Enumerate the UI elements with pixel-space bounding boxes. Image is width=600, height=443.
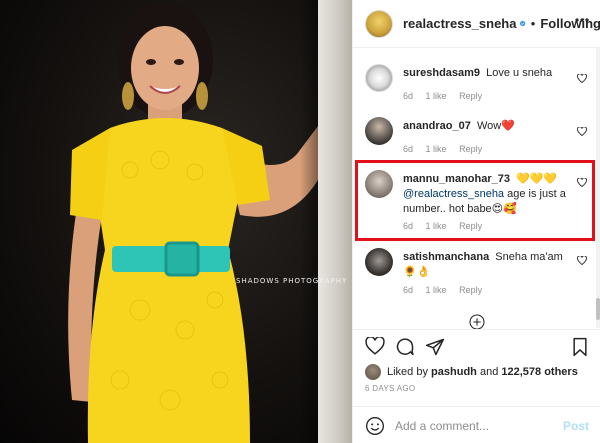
post-timestamp[interactable]: 6 DAYS AGO: [365, 384, 415, 393]
commenter-username[interactable]: satishmanchana: [403, 251, 489, 263]
header-separator: •: [530, 16, 536, 31]
reply-button[interactable]: Reply: [459, 144, 482, 154]
comment-text: satishmanchana Sneha ma'am 🌻👌: [403, 250, 575, 280]
like-heart-icon[interactable]: [365, 337, 385, 355]
comment-message: Love u sneha: [486, 67, 553, 79]
comment-likes[interactable]: 1 like: [426, 91, 447, 101]
comment-likes[interactable]: 1 like: [426, 144, 447, 154]
post-photo[interactable]: SHADOWS PHOTOGRAPHY: [0, 0, 352, 443]
load-more-comments-icon[interactable]: [469, 314, 485, 330]
comment-bubble-icon[interactable]: [395, 337, 415, 357]
following-button[interactable]: Following: [540, 16, 600, 31]
emoji-smiley-icon[interactable]: [365, 416, 385, 436]
comment-input[interactable]: [395, 418, 545, 433]
comment-like-heart-icon[interactable]: [577, 256, 587, 265]
comment-likes[interactable]: 1 like: [426, 285, 447, 295]
save-bookmark-icon[interactable]: [571, 337, 589, 357]
door-frame: [318, 0, 352, 443]
post-comment-button[interactable]: Post: [563, 419, 589, 433]
comment-text: sureshdasam9 Love u sneha: [403, 66, 575, 81]
add-comment-bar: Post: [353, 406, 600, 443]
commenter-username[interactable]: sureshdasam9: [403, 67, 480, 79]
likes-prefix: Liked by: [387, 366, 428, 378]
commenter-avatar[interactable]: [365, 248, 393, 276]
likes-conjunction: and: [479, 366, 499, 378]
comment-age[interactable]: 6d: [403, 285, 413, 295]
door-shadow: [300, 0, 320, 443]
author-avatar[interactable]: [365, 9, 393, 38]
commenter-avatar[interactable]: [365, 117, 393, 145]
comment-text: anandrao_07 Wow❤️: [403, 119, 575, 134]
comment-message: Wow❤️: [476, 120, 515, 132]
commenter-avatar[interactable]: [365, 64, 393, 92]
comment-age[interactable]: 6d: [403, 91, 413, 101]
comment-age[interactable]: 6d: [403, 144, 413, 154]
verified-badge-icon: [520, 20, 526, 27]
more-options-icon[interactable]: [575, 18, 589, 22]
reply-button[interactable]: Reply: [459, 91, 482, 101]
share-paper-plane-icon[interactable]: [425, 337, 445, 357]
liker-avatar[interactable]: [365, 364, 381, 380]
comment-meta: 6d 1 like Reply: [403, 285, 492, 295]
reply-button[interactable]: Reply: [459, 285, 482, 295]
commenter-username[interactable]: anandrao_07: [403, 120, 471, 132]
liker-username[interactable]: pashudh: [431, 366, 477, 378]
comment-like-heart-icon[interactable]: [577, 127, 587, 136]
likes-summary: Liked by pashudh and 122,578 others: [365, 364, 578, 380]
comment-like-heart-icon[interactable]: [577, 74, 587, 83]
photo-watermark: SHADOWS PHOTOGRAPHY: [236, 277, 348, 285]
comments-scrollbar[interactable]: [596, 48, 600, 328]
highlight-box: [355, 160, 595, 241]
author-username[interactable]: realactress_sneha: [403, 16, 516, 31]
comment-meta: 6d 1 like Reply: [403, 91, 492, 101]
likes-count[interactable]: 122,578 others: [501, 366, 577, 378]
scrollbar-thumb[interactable]: [596, 298, 600, 320]
comment-meta: 6d 1 like Reply: [403, 144, 492, 154]
post-actions: Liked by pashudh and 122,578 others 6 DA…: [353, 329, 600, 443]
post-header: realactress_sneha • Following: [353, 0, 600, 48]
